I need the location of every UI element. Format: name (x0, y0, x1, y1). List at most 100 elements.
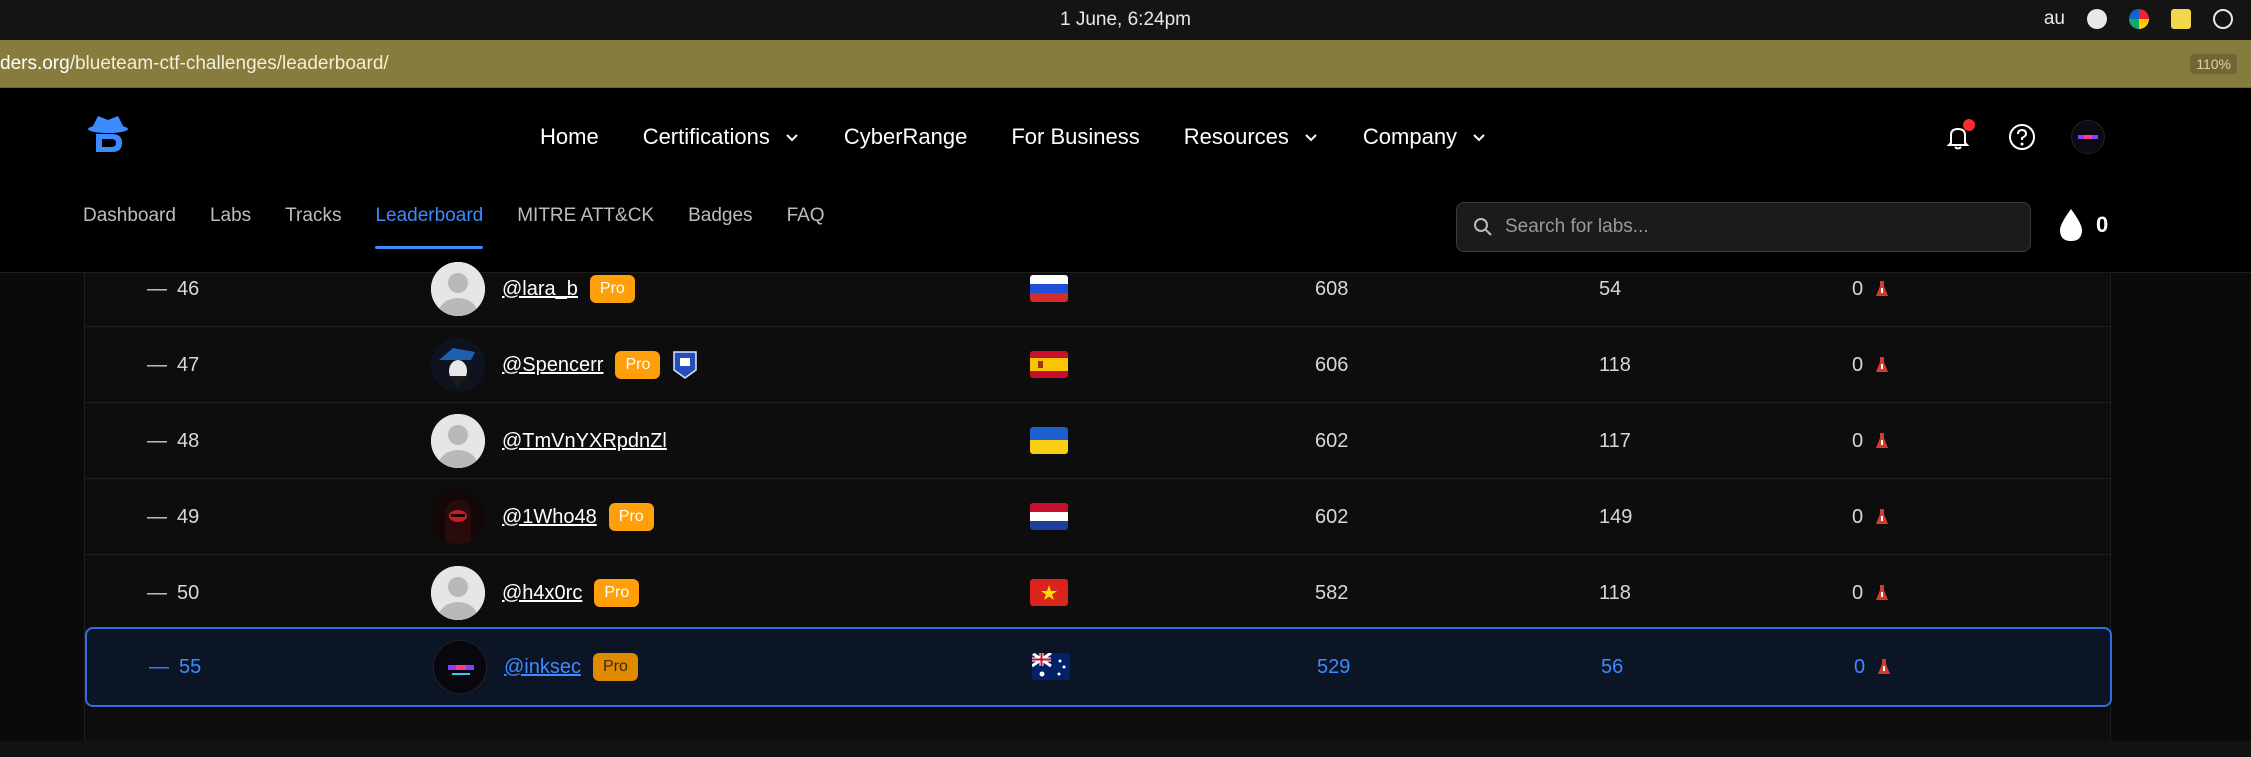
rank-number: 48 (177, 430, 200, 452)
streak-value: 0 (1852, 430, 1864, 452)
team-badge-icon[interactable] (672, 350, 698, 380)
avatar[interactable] (431, 490, 485, 544)
nav-home[interactable]: Home (540, 124, 599, 150)
site-header: Home Certifications CyberRange For Busin… (0, 88, 2251, 273)
streak-value: 0 (1854, 656, 1866, 678)
username-link[interactable]: @Spencerr (502, 327, 603, 403)
streak-cell: 0 (1852, 403, 1889, 479)
url-text[interactable]: ders.org/blueteam-ctf-challenges/leaderb… (0, 53, 389, 75)
avatar[interactable] (431, 262, 485, 316)
flag-russia-icon (1030, 275, 1068, 302)
pro-badge: Pro (589, 275, 635, 303)
rank-change: — (149, 656, 169, 678)
header-actions (1943, 119, 2105, 154)
default-avatar-icon (431, 262, 485, 316)
rank-number: 55 (179, 656, 202, 678)
streak-value: 0 (1852, 278, 1864, 300)
browser-url-bar[interactable]: ders.org/blueteam-ctf-challenges/leaderb… (0, 40, 2251, 88)
pro-badge: Pro (593, 653, 638, 681)
zoom-level-badge[interactable]: 110% (2190, 54, 2237, 74)
user-points: 0 (2058, 208, 2108, 242)
nav-company[interactable]: Company (1363, 124, 1487, 150)
username-link[interactable]: @lara_b (502, 251, 578, 327)
rank-change: — (147, 354, 167, 376)
rank-change: — (147, 430, 167, 452)
user-avatar-button[interactable] (2071, 120, 2105, 154)
flag-ukraine-icon (1030, 427, 1068, 454)
tab-mitre-attack[interactable]: MITRE ATT&CK (517, 205, 654, 249)
rank-number: 50 (177, 582, 200, 604)
username-cell: @Spencerr Pro (502, 327, 698, 403)
tab-leaderboard[interactable]: Leaderboard (375, 205, 483, 249)
pro-badge: Pro (615, 351, 661, 379)
chevron-down-icon (1473, 134, 1485, 142)
leaderboard-row-current-user: — 55 @inksec Pro 529 56 0 (85, 627, 2112, 707)
username-cell: @inksec Pro (504, 629, 638, 705)
main-navigation: Home Certifications CyberRange For Busin… (540, 124, 1487, 150)
streak-cell: 0 (1854, 629, 1891, 705)
rank-number: 46 (177, 278, 200, 300)
nav-for-business[interactable]: For Business (1011, 124, 1139, 150)
points-cell: 608 (1315, 278, 1349, 300)
system-top-bar: 1 June, 6:24pm au (0, 0, 2251, 40)
streak-cell: 0 (1852, 327, 1889, 403)
rank-change: — (147, 506, 167, 528)
avatar[interactable] (431, 566, 485, 620)
avatar[interactable] (431, 338, 485, 392)
username-link[interactable]: @h4x0rc (502, 555, 582, 631)
username-link[interactable]: @1Who48 (502, 479, 597, 555)
accessibility-icon[interactable] (2087, 9, 2107, 29)
tab-faq[interactable]: FAQ (787, 205, 825, 249)
keyboard-layout-indicator[interactable]: au (2044, 8, 2065, 30)
streak-value: 0 (1852, 506, 1864, 528)
notification-dot (1963, 119, 1975, 131)
nav-certifications[interactable]: Certifications (643, 124, 800, 150)
chevron-down-icon (786, 134, 798, 142)
system-tray: au (2044, 8, 2233, 30)
leaderboard-row: — 49 @1Who48 Pro 602 149 0 (85, 479, 2112, 555)
nav-label: Certifications (642, 124, 770, 149)
sticky-notes-icon[interactable] (2171, 9, 2191, 29)
grammarly-icon[interactable] (2129, 9, 2149, 29)
streak-cell: 0 (1852, 479, 1889, 555)
tab-dashboard[interactable]: Dashboard (83, 205, 176, 249)
help-icon[interactable] (2007, 122, 2037, 152)
rank-number: 47 (177, 354, 200, 376)
site-logo-icon[interactable] (84, 110, 132, 158)
search-icon (1474, 218, 1492, 236)
flask-icon (1876, 433, 1889, 448)
username-link[interactable]: @inksec (504, 629, 581, 705)
avatar[interactable] (431, 414, 485, 468)
tab-badges[interactable]: Badges (688, 205, 752, 249)
flask-icon (1878, 659, 1891, 674)
system-clock: 1 June, 6:24pm (1060, 9, 1191, 30)
tab-labs[interactable]: Labs (210, 205, 251, 249)
pro-badge: Pro (594, 579, 640, 607)
labs-cell: 117 (1599, 430, 1631, 452)
username-link[interactable]: @TmVnYXRpdnZl (502, 403, 667, 479)
user-logo-icon (2078, 135, 2098, 139)
points-cell: 602 (1315, 430, 1349, 452)
points-cell: 606 (1315, 354, 1349, 376)
logo-avatar-icon (434, 641, 486, 693)
media-indicator-icon[interactable] (2213, 9, 2233, 29)
drop-icon (2060, 209, 2082, 241)
search-input[interactable] (1505, 216, 1985, 238)
nav-cyberrange[interactable]: CyberRange (844, 124, 968, 150)
leaderboard-row: — 48 @TmVnYXRpdnZl 602 117 0 (85, 403, 2112, 479)
notifications-button[interactable] (1943, 119, 1975, 152)
tab-tracks[interactable]: Tracks (285, 205, 341, 249)
rank-change: — (147, 582, 167, 604)
hat-avatar-icon (431, 338, 485, 392)
flag-vietnam-icon (1030, 579, 1068, 606)
lab-search-box[interactable] (1456, 202, 2031, 252)
nav-label: Resources (1183, 124, 1289, 149)
leaderboard-table: — 46 @lara_b Pro 608 54 0 — 47 @Spencerr… (84, 262, 2112, 743)
leaderboard-row: — 50 @h4x0rc Pro 582 118 0 (85, 555, 2112, 631)
avatar[interactable] (433, 640, 487, 694)
username-cell: @lara_b Pro (502, 251, 635, 327)
nav-resources[interactable]: Resources (1184, 124, 1319, 150)
url-path: /blueteam-ctf-challenges/leaderboard/ (69, 53, 389, 74)
points-value: 0 (2096, 212, 2109, 237)
nav-label: For Business (1011, 124, 1140, 149)
